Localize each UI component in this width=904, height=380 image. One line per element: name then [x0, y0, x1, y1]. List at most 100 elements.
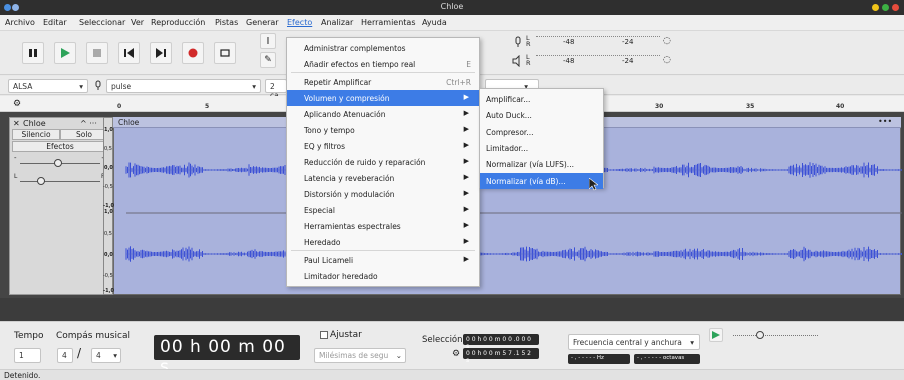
tempo-input[interactable]: 1	[14, 348, 41, 363]
record-meter-bar[interactable]	[536, 36, 660, 37]
amplitude-scale[interactable]: 1,0 0,5 0,0 -0,5 -1,0 1,0 0,5 0,0 -0,5 -…	[103, 117, 114, 295]
close-button[interactable]	[892, 4, 899, 11]
chevron-right-icon: ▶	[463, 173, 469, 181]
recording-device-select[interactable]: pulse ▾	[106, 79, 261, 93]
submenu-item-4[interactable]: Normalizar (vía LUFS)...	[480, 156, 603, 172]
octaves-box[interactable]: - , - - - - - octavas	[634, 354, 700, 364]
play-at-speed-button[interactable]	[709, 328, 723, 342]
effect-menu-item-1[interactable]: Añadir efectos en tiempo real E	[287, 56, 479, 72]
pan-slider[interactable]	[20, 181, 100, 182]
effect-menu: Administrar complementos Añadir efectos e…	[286, 37, 480, 287]
selection-end-value: 0 0 h 0 0 m 5 7 .1 5 2 s	[466, 350, 531, 364]
sig-numerator-input[interactable]: 4	[57, 348, 73, 363]
audio-host-select[interactable]: ALSA ▾	[8, 79, 88, 93]
loop-button[interactable]	[214, 42, 236, 64]
maximize-button[interactable]	[882, 4, 889, 11]
track-menu-icon[interactable]: ^ ···	[80, 119, 97, 128]
microphone-icon[interactable]	[512, 36, 524, 48]
mute-button[interactable]: Silencio	[12, 129, 60, 140]
effect-menu-item-13[interactable]: Paul Licameli ▶	[287, 252, 479, 268]
submenu-item-label: Normalizar (vía dB)...	[486, 176, 566, 186]
menu-herramientas[interactable]: Herramientas	[361, 18, 416, 27]
menu-seleccionar[interactable]: Seleccionar	[79, 18, 125, 27]
skip-start-button[interactable]	[118, 42, 140, 64]
effect-menu-item-14[interactable]: Limitador heredado	[287, 268, 479, 284]
menu-separator	[291, 72, 475, 73]
play-button[interactable]	[54, 42, 76, 64]
track-control-panel: ✕ Chloe ^ ··· Silencio Solo Efectos - + …	[9, 117, 112, 295]
pause-button[interactable]	[22, 42, 44, 64]
effect-menu-item-label: Paul Licameli	[304, 256, 354, 265]
submenu-item-label: Amplificar...	[486, 95, 531, 104]
snap-checkbox[interactable]	[320, 331, 328, 339]
effect-menu-item-12[interactable]: Heredado ▶	[287, 234, 479, 250]
channels-select[interactable]: 2 ca	[265, 79, 287, 100]
effect-menu-item-0[interactable]: Administrar complementos	[287, 40, 479, 56]
play-speed-slider[interactable]	[733, 335, 818, 336]
scale-4: -0,5	[103, 184, 113, 190]
play-meter-bar[interactable]	[536, 55, 660, 56]
effect-menu-item-6[interactable]: EQ y filtros ▶	[287, 138, 479, 154]
scale-3: 0,0	[104, 165, 113, 171]
solo-label: Solo	[75, 130, 93, 139]
sig-denominator-select[interactable]: 4 ▾	[91, 348, 121, 363]
menu-generar[interactable]: Generar	[246, 18, 279, 27]
selection-start[interactable]: 0 0 h 0 0 m 0 0 .0 0 0 s	[463, 334, 539, 350]
solo-button[interactable]: Solo	[60, 129, 108, 140]
effect-menu-item-2[interactable]: Repetir Amplificar Ctrl+R	[287, 74, 479, 90]
chevron-right-icon: ▶	[463, 205, 469, 213]
effect-menu-item-3[interactable]: Volumen y compresión ▶	[287, 90, 479, 106]
gear-icon[interactable]: ⚙	[13, 99, 21, 109]
pan-slider-thumb[interactable]	[37, 177, 45, 185]
speaker-icon[interactable]	[512, 55, 524, 67]
track-name[interactable]: Chloe	[23, 119, 46, 128]
menu-ayuda[interactable]: Ayuda	[422, 18, 447, 27]
spectral-mode-select[interactable]: Frecuencia central y anchura ▾	[568, 334, 700, 350]
play-meter-scale-a: -48	[563, 57, 575, 65]
menu-efecto[interactable]: Efecto	[287, 18, 312, 27]
play-meter-scale-b: -24	[622, 57, 634, 65]
selection-gear-icon[interactable]: ⚙	[452, 349, 460, 359]
waveform-channel-right	[125, 246, 902, 262]
submenu-item-3[interactable]: Limitador...	[480, 140, 603, 156]
menu-analizar[interactable]: Analizar	[321, 18, 353, 27]
submenu-item-5[interactable]: Normalizar (vía dB)...	[480, 172, 603, 189]
skip-end-button[interactable]	[150, 42, 172, 64]
submenu-item-0[interactable]: Amplificar...	[480, 91, 603, 107]
pencil-icon: ✎	[264, 55, 272, 65]
play-meter-clip-icon: ◌	[663, 55, 671, 65]
submenu-item-1[interactable]: Auto Duck...	[480, 107, 603, 123]
menu-reproduccion[interactable]: Reproducción	[151, 18, 205, 27]
effects-button[interactable]: Efectos	[12, 141, 108, 152]
effect-menu-item-10[interactable]: Especial ▶	[287, 202, 479, 218]
effect-menu-item-8[interactable]: Latencia y reveberación ▶	[287, 170, 479, 186]
submenu-item-2[interactable]: Compresor...	[480, 124, 603, 140]
snap-unit-select[interactable]: Milésimas de segu ⌄	[314, 348, 406, 363]
chevron-right-icon: ▶	[463, 157, 469, 165]
play-speed-thumb[interactable]	[756, 331, 764, 339]
effect-menu-item-5[interactable]: Tono y tempo ▶	[287, 122, 479, 138]
minimize-button[interactable]	[872, 4, 879, 11]
effect-menu-item-11[interactable]: Herramientas espectrales ▶	[287, 218, 479, 234]
stop-button[interactable]	[86, 42, 108, 64]
record-meter-clip-icon: ◌	[663, 36, 671, 46]
effect-menu-item-label: Latencia y reveberación	[304, 174, 395, 183]
effect-menu-item-7[interactable]: Reducción de ruido y reparación ▶	[287, 154, 479, 170]
record-button[interactable]	[182, 42, 204, 64]
draw-tool-button[interactable]: ✎	[260, 52, 276, 68]
frequency-box[interactable]: - , - - - - - Hz	[568, 354, 630, 364]
menu-pistas[interactable]: Pistas	[215, 18, 238, 27]
select-tool-button[interactable]: I	[260, 33, 276, 49]
time-display[interactable]: 00 h 00 m 00 s	[154, 335, 300, 377]
effect-menu-item-label: EQ y filtros	[304, 142, 346, 151]
gain-slider-thumb[interactable]	[54, 159, 62, 167]
clip-menu-icon[interactable]: •••	[878, 117, 892, 126]
selection-end[interactable]: 0 0 h 0 0 m 5 7 .1 5 2 s	[463, 348, 539, 364]
menu-ver[interactable]: Ver	[131, 18, 144, 27]
effect-menu-item-9[interactable]: Distorsión y modulación ▶	[287, 186, 479, 202]
effect-menu-item-4[interactable]: Aplicando Atenuación ▶	[287, 106, 479, 122]
menu-archivo[interactable]: Archivo	[5, 18, 35, 27]
menu-editar[interactable]: Editar	[43, 18, 67, 27]
track-close-icon[interactable]: ✕	[13, 119, 20, 128]
status-bar: Detenido.	[0, 369, 904, 380]
